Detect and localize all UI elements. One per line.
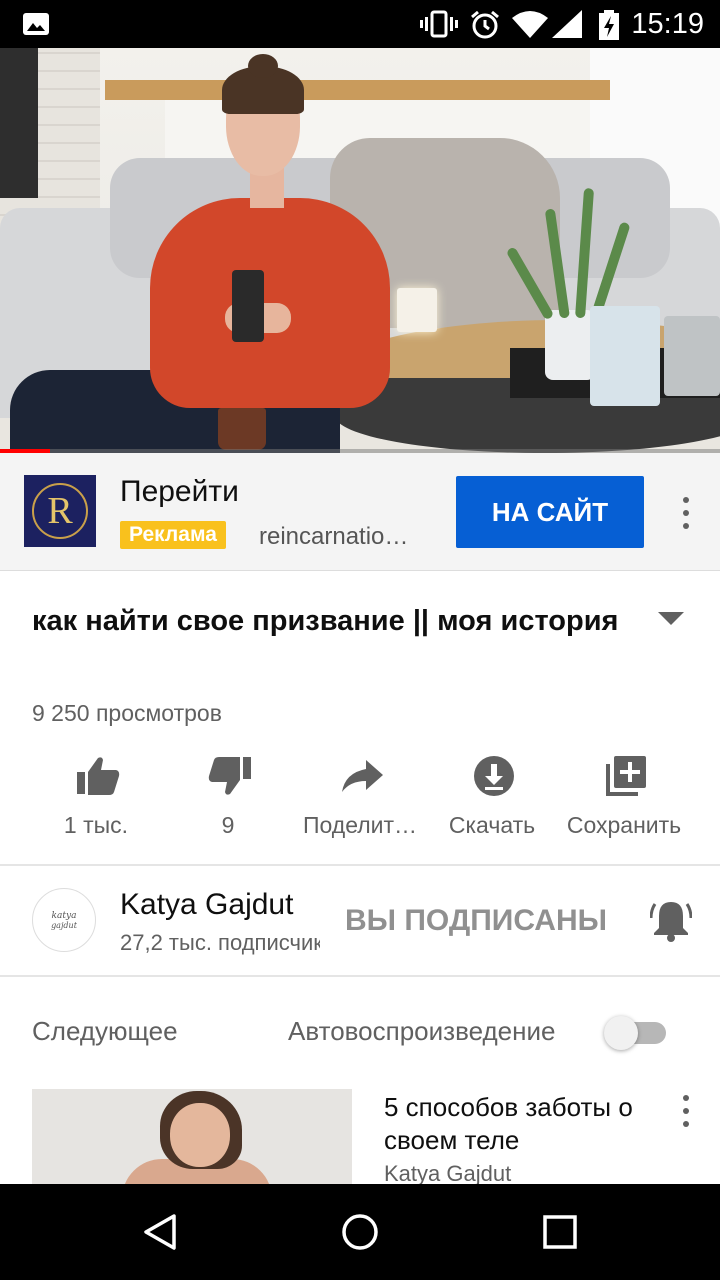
advertiser-logo: R — [24, 475, 96, 547]
up-next-video[interactable]: 5 способов заботы о своем теле Katya Gaj… — [32, 1089, 720, 1184]
view-count: 9 250 просмотров — [32, 700, 222, 726]
home-icon[interactable] — [340, 1212, 380, 1252]
channel-row: katya gajdut Katya Gajdut 27,2 тыс. подп… — [0, 866, 720, 976]
ad-more-options-icon[interactable] — [674, 497, 698, 529]
download-button[interactable]: Скачать — [426, 748, 558, 864]
channel-avatar[interactable]: katya gajdut — [32, 888, 96, 952]
vibrate-icon — [420, 10, 458, 38]
alarm-icon — [471, 10, 499, 39]
channel-name[interactable]: Katya Gajdut — [120, 888, 293, 922]
video-thumbnail[interactable] — [32, 1089, 352, 1184]
up-next-channel: Katya Gajdut — [384, 1161, 512, 1184]
clock: 15:19 — [631, 8, 704, 40]
image-notification-icon — [23, 13, 49, 35]
ad-url: reincarnatio… — [259, 523, 409, 550]
share-icon — [342, 760, 383, 792]
save-button[interactable]: Сохранить — [558, 748, 690, 864]
expand-description-icon[interactable] — [658, 612, 684, 625]
ad-badge: Реклама — [120, 521, 226, 549]
dislike-button[interactable]: 9 — [162, 748, 294, 864]
thumbs-up-icon — [77, 757, 120, 795]
autoplay-toggle[interactable] — [604, 1016, 666, 1050]
status-bar: 15:19 — [0, 0, 720, 48]
cellular-signal-icon — [552, 10, 582, 38]
share-button[interactable]: Поделит… — [294, 748, 426, 864]
video-title: как найти свое призвание || моя история — [32, 605, 619, 637]
like-button[interactable]: 1 тыс. — [30, 748, 162, 864]
back-icon[interactable] — [140, 1212, 180, 1252]
download-icon — [474, 756, 514, 796]
up-next-title[interactable]: 5 способов заботы о своем теле — [384, 1091, 674, 1157]
notification-bell-icon[interactable] — [650, 898, 692, 942]
subscribed-button[interactable]: ВЫ ПОДПИСАНЫ — [345, 904, 607, 938]
subscriber-count: 27,2 тыс. подписчиков — [120, 930, 320, 955]
save-to-playlist-icon — [606, 756, 646, 796]
wifi-icon — [512, 11, 548, 38]
battery-charging-icon — [599, 10, 619, 40]
thumbs-down-icon — [208, 757, 251, 795]
ad-title[interactable]: Перейти — [120, 475, 239, 509]
video-more-options-icon[interactable] — [674, 1095, 698, 1127]
autoplay-label: Автовоспроизведение — [288, 1016, 556, 1046]
system-nav-bar — [0, 1184, 720, 1280]
ad-banner[interactable]: R Перейти Реклама reincarnatio… НА САЙТ — [0, 453, 720, 571]
action-row: 1 тыс. 9 Поделит… Скачать Сохранить — [0, 748, 720, 864]
recents-icon[interactable] — [540, 1212, 580, 1252]
divider — [0, 975, 720, 977]
video-player[interactable] — [0, 48, 720, 453]
up-next-label: Следующее — [32, 1016, 178, 1046]
visit-site-button[interactable]: НА САЙТ — [456, 476, 644, 548]
